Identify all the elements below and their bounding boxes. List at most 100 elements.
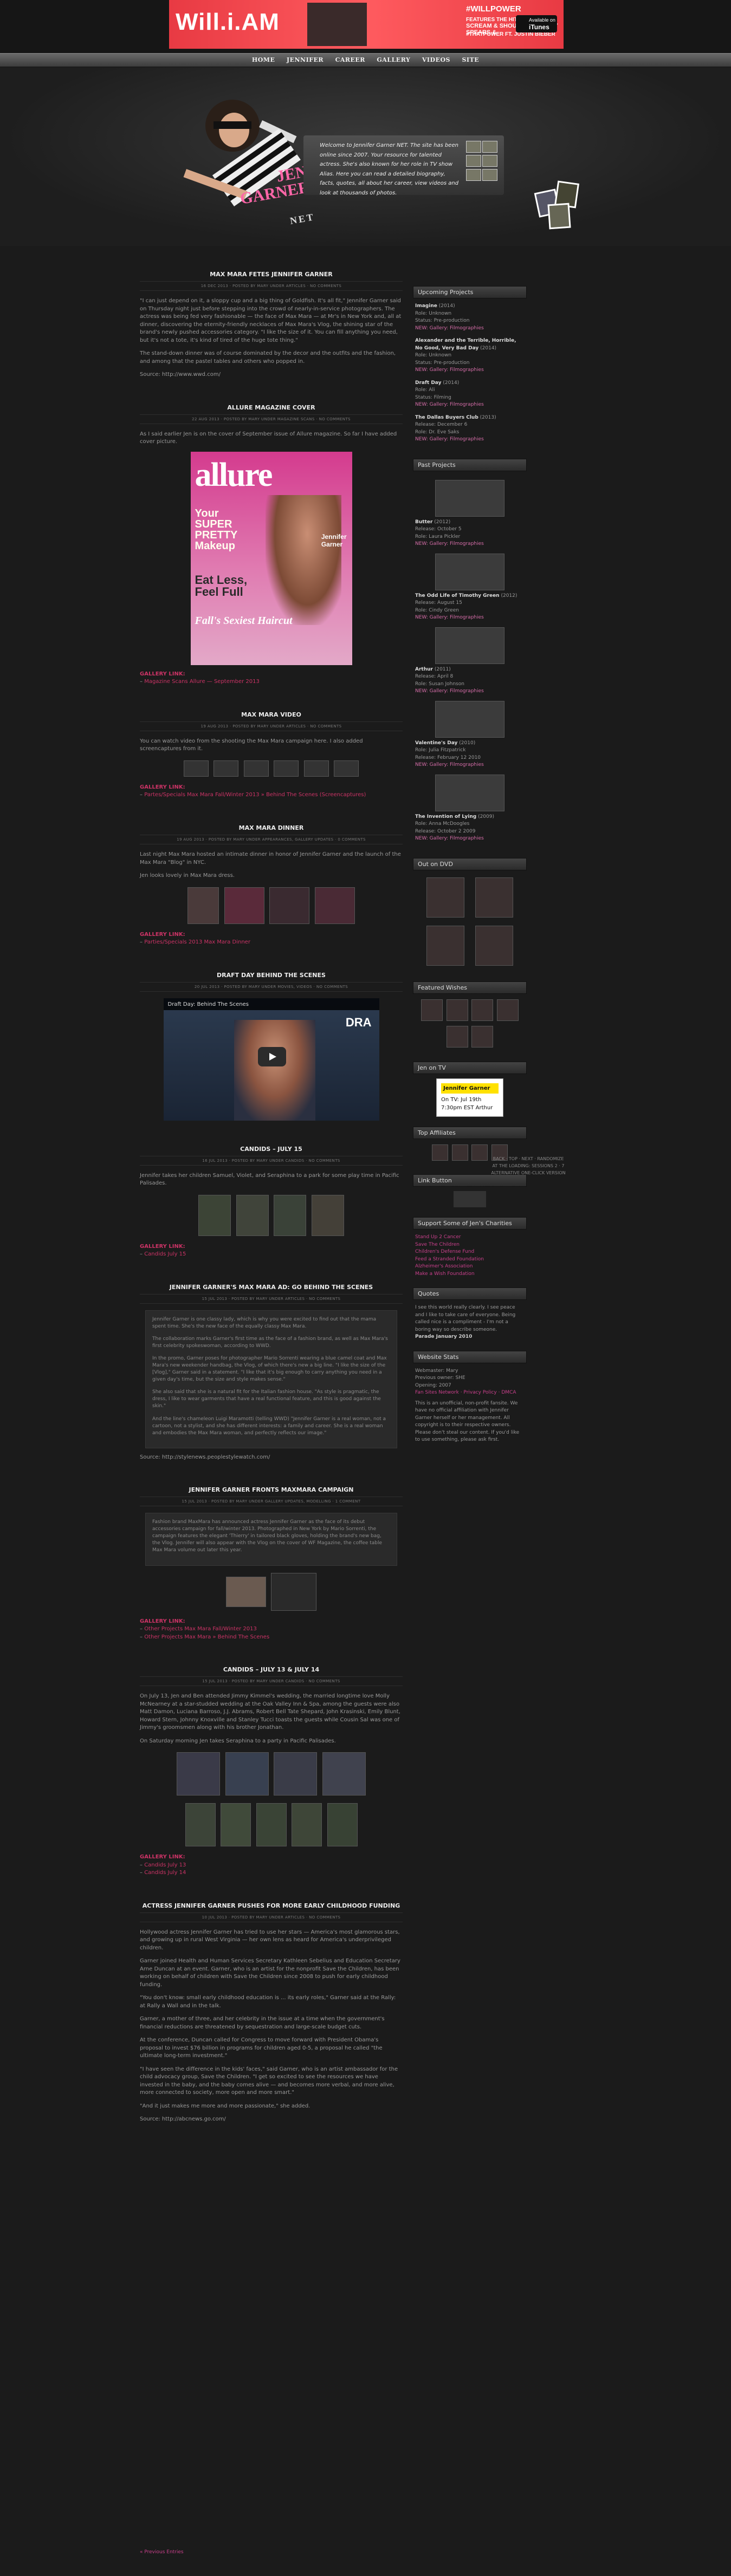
- itunes-button[interactable]: Available on iTunes: [516, 15, 557, 32]
- post-title[interactable]: Candids – July 15: [140, 1146, 403, 1153]
- nav-gallery[interactable]: GALLERY: [372, 54, 415, 66]
- project-links[interactable]: NEW: Gallery: Filmographies: [415, 367, 484, 373]
- nav-videos[interactable]: VIDEOS: [417, 54, 455, 66]
- project-links[interactable]: NEW: Gallery: Filmographies: [415, 836, 484, 841]
- project-links[interactable]: NEW: Gallery: Filmographies: [415, 762, 484, 767]
- project-links[interactable]: NEW: Gallery: Filmographies: [415, 437, 484, 442]
- dvd-cover[interactable]: [475, 877, 513, 918]
- project-links[interactable]: NEW: Gallery: Filmographies: [415, 326, 484, 331]
- photo-thumb[interactable]: [311, 1194, 344, 1236]
- project-image[interactable]: [435, 700, 504, 738]
- welcome-thumb[interactable]: [482, 155, 497, 167]
- post-title[interactable]: Max Mara dinner: [140, 824, 403, 831]
- welcome-thumb[interactable]: [466, 155, 481, 167]
- post-source[interactable]: Source: http://stylenews.peoplestylewatc…: [140, 1454, 403, 1462]
- nav-jennifer[interactable]: JENNIFER: [282, 54, 328, 66]
- project-title[interactable]: Alexander and the Terrible, Horrible, No…: [415, 338, 516, 351]
- project-title[interactable]: The Odd Life of Timothy Green: [415, 593, 500, 599]
- post-title[interactable]: Max Mara fetes Jennifer Garner: [140, 271, 403, 278]
- photo-thumb[interactable]: [187, 887, 219, 924]
- project-title[interactable]: The Dallas Buyers Club: [415, 415, 478, 420]
- photo-thumb[interactable]: [224, 887, 264, 924]
- advertisement-banner[interactable]: Will.i.AM #WILLPOWER FEATURES THE HITS S…: [169, 0, 564, 49]
- photo-thumb[interactable]: [236, 1194, 269, 1236]
- dvd-cover[interactable]: [426, 926, 464, 966]
- charity-link[interactable]: Feed a Stranded Foundation: [415, 1256, 525, 1264]
- allure-cover-image[interactable]: allure Your SUPER PRETTY Makeup Jennifer Gar…: [190, 451, 352, 665]
- project-links[interactable]: NEW: Gallery: Filmographies: [415, 688, 484, 694]
- screencap-thumb[interactable]: [243, 760, 269, 777]
- charity-link[interactable]: Stand Up 2 Cancer: [415, 1234, 525, 1241]
- project-links[interactable]: NEW: Gallery: Filmographies: [415, 615, 484, 620]
- nav-site[interactable]: SITE: [457, 54, 484, 66]
- photo-thumb[interactable]: [271, 1572, 317, 1611]
- post-title[interactable]: Actress Jennifer Garner pushes for more …: [140, 1902, 403, 1909]
- featured-thumb[interactable]: [421, 999, 443, 1021]
- project-image[interactable]: [435, 479, 504, 517]
- affiliate-button[interactable]: [451, 1144, 468, 1161]
- project-title[interactable]: Valentine's Day: [415, 740, 457, 746]
- welcome-thumb[interactable]: [466, 169, 481, 181]
- featured-thumb[interactable]: [446, 1026, 468, 1048]
- nav-home[interactable]: HOME: [247, 54, 280, 66]
- charity-link[interactable]: Make a Wish Foundation: [415, 1271, 525, 1278]
- nav-career[interactable]: CAREER: [331, 54, 370, 66]
- photo-thumb[interactable]: [256, 1803, 287, 1847]
- project-image[interactable]: [435, 774, 504, 811]
- project-links[interactable]: NEW: Gallery: Filmographies: [415, 541, 484, 547]
- screencap-thumb[interactable]: [183, 760, 209, 777]
- photo-thumb[interactable]: [185, 1803, 216, 1847]
- gallery-link[interactable]: – Parties/Specials 2013 Max Mara Dinner: [140, 939, 403, 947]
- screencap-thumb[interactable]: [334, 760, 359, 777]
- featured-thumb[interactable]: [446, 999, 468, 1021]
- play-icon[interactable]: [257, 1046, 286, 1066]
- gallery-link[interactable]: – Candids July 13: [140, 1862, 403, 1870]
- project-links[interactable]: NEW: Gallery: Filmographies: [415, 402, 484, 407]
- photo-thumb[interactable]: [221, 1803, 251, 1847]
- post-title[interactable]: Candids – July 13 & July 14: [140, 1666, 403, 1673]
- post-title[interactable]: Jennifer Garner's Max Mara ad: Go behind…: [140, 1284, 403, 1291]
- screencap-thumb[interactable]: [303, 760, 329, 777]
- project-title[interactable]: Imagine: [415, 303, 437, 309]
- post-title[interactable]: Draft Day behind the scenes: [140, 972, 403, 979]
- photo-thumb[interactable]: [177, 1752, 221, 1796]
- screencap-thumb[interactable]: [274, 760, 299, 777]
- post-title[interactable]: Jennifer Garner fronts MaxMara campaign: [140, 1486, 403, 1493]
- screencap-thumb[interactable]: [214, 760, 239, 777]
- video-player[interactable]: DRA Draft Day: Behind The Scenes: [163, 998, 379, 1121]
- welcome-thumb[interactable]: [482, 141, 497, 153]
- photo-thumb[interactable]: [314, 887, 355, 924]
- photo-thumb[interactable]: [269, 887, 310, 924]
- featured-thumb[interactable]: [471, 999, 494, 1021]
- post-nav-line[interactable]: ALTERNATIVE ONE-CLICK VERSION: [477, 1170, 580, 1177]
- charity-link[interactable]: Alzheimer's Association: [415, 1263, 525, 1271]
- photo-thumb[interactable]: [225, 1752, 269, 1796]
- charity-link[interactable]: Save The Children: [415, 1241, 525, 1249]
- photo-thumb[interactable]: [327, 1803, 358, 1847]
- gallery-link[interactable]: – Other Projects Max Mara » Behind The S…: [140, 1634, 403, 1642]
- welcome-thumb[interactable]: [482, 169, 497, 181]
- charity-link[interactable]: Children's Defense Fund: [415, 1248, 525, 1256]
- featured-thumb[interactable]: [471, 1026, 494, 1048]
- tv-listing[interactable]: Jennifer Garner On TV: Jul 19th 7:30pm E…: [436, 1078, 503, 1117]
- project-title[interactable]: Butter: [415, 519, 432, 525]
- stat-line[interactable]: Fan Sites Network · Privacy Policy · DMC…: [415, 1389, 525, 1397]
- photo-thumb[interactable]: [322, 1752, 366, 1796]
- gallery-link[interactable]: – Candids July 14: [140, 1869, 403, 1877]
- dvd-cover[interactable]: [426, 877, 464, 918]
- project-title[interactable]: Draft Day: [415, 380, 441, 386]
- gallery-link[interactable]: – Candids July 15: [140, 1251, 403, 1259]
- gallery-link[interactable]: – Magazine Scans Allure — September 2013: [140, 678, 403, 686]
- project-title[interactable]: The Invention of Lying: [415, 814, 476, 819]
- project-title[interactable]: Arthur: [415, 667, 433, 672]
- affiliate-button[interactable]: [431, 1144, 448, 1161]
- gallery-link[interactable]: – Partes/Specials Max Mara Fall/Winter 2…: [140, 791, 403, 799]
- photo-thumb[interactable]: [292, 1803, 322, 1847]
- featured-thumb[interactable]: [497, 999, 519, 1021]
- previous-entries-link[interactable]: « Previous Entries: [140, 2549, 184, 2556]
- gallery-link[interactable]: – Other Projects Max Mara Fall/Winter 20…: [140, 1625, 403, 1634]
- welcome-thumb[interactable]: [466, 141, 481, 153]
- project-image[interactable]: [435, 553, 504, 590]
- project-image[interactable]: [435, 627, 504, 664]
- post-source[interactable]: Source: http://www.wwd.com/: [140, 371, 403, 379]
